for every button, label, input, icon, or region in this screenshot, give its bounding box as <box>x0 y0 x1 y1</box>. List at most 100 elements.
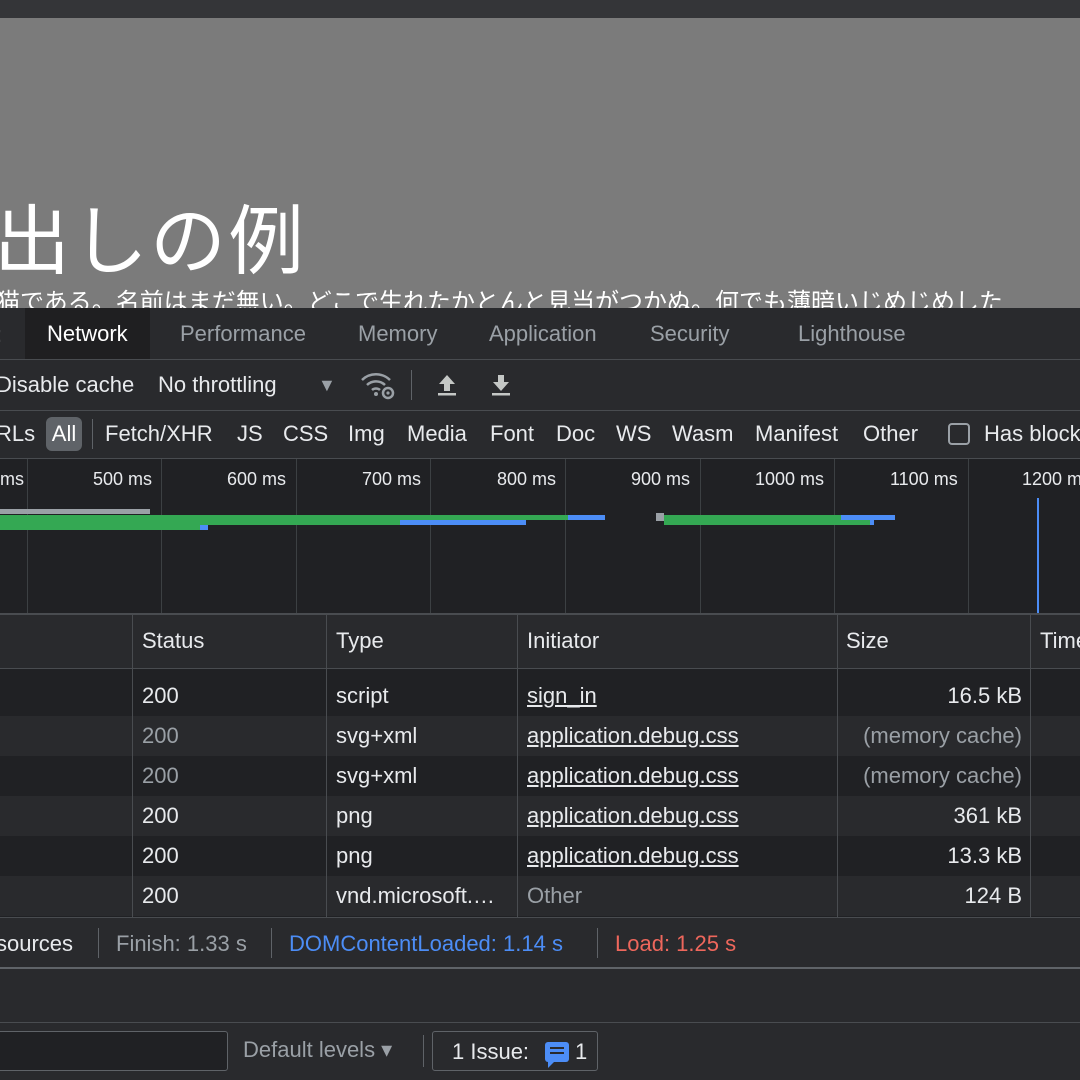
overview-bar <box>200 525 208 530</box>
cell-initiator-link[interactable]: application.debug.css <box>527 723 739 749</box>
tab-security[interactable]: Security <box>650 308 729 359</box>
cell-type: svg+xml <box>336 763 418 788</box>
table-row[interactable]: 200 script sign_in 16.5 kB <box>0 676 1080 716</box>
throttling-select[interactable]: No throttling <box>158 372 277 398</box>
grid-line <box>834 459 835 613</box>
filter-other[interactable]: Other <box>863 421 918 447</box>
tick-label: 700 ms <box>362 469 422 489</box>
issue-message-icon <box>545 1042 569 1068</box>
overview-bar <box>664 520 870 525</box>
browser-top-strip <box>0 0 1080 18</box>
toolbar-divider <box>411 370 412 400</box>
overview-bar <box>870 520 874 525</box>
cell-size: (memory cache) <box>863 723 1022 748</box>
column-header-time[interactable]: Time <box>1040 628 1080 654</box>
cell-type: vnd.microsoft.… <box>336 883 495 908</box>
tick-label: 600 ms <box>227 469 287 489</box>
devtools-tab-bar: : Network Performance Memory Application… <box>0 308 1080 360</box>
requests-table: Status Type Initiator Size Time 200 scri… <box>0 615 1080 917</box>
cell-status: 200 <box>142 843 179 868</box>
cell-initiator-link[interactable]: sign_in <box>527 683 597 709</box>
overview-bar <box>400 520 526 525</box>
table-row[interactable]: 200 vnd.microsoft.… Other 124 B <box>0 876 1080 916</box>
filter-divider <box>92 419 93 449</box>
export-har-icon[interactable] <box>490 373 512 403</box>
cell-type: svg+xml <box>336 723 418 748</box>
grid-line <box>700 459 701 613</box>
table-row[interactable]: 200 svg+xml application.debug.css (memor… <box>0 756 1080 796</box>
network-conditions-icon[interactable] <box>360 371 396 407</box>
console-toolbar: Default levels ▾ 1 Issue: 1 <box>0 1023 1080 1080</box>
cell-initiator-link[interactable]: application.debug.css <box>527 803 739 829</box>
tab-application[interactable]: Application <box>489 308 597 359</box>
log-levels-dropdown[interactable]: Default levels ▾ <box>243 1037 392 1063</box>
load-event-line <box>1037 498 1039 613</box>
page-viewport: 出しの例 猫である。名前はまだ無い。どこで生れたかとんと見当がつかぬ。何でも薄暗… <box>0 18 1080 308</box>
filter-media[interactable]: Media <box>407 421 467 447</box>
summary-resources: sources <box>0 931 74 956</box>
cell-initiator-link[interactable]: application.debug.css <box>527 763 739 789</box>
tab-network[interactable]: Network <box>25 308 150 359</box>
column-header-initiator[interactable]: Initiator <box>527 628 599 654</box>
filter-ws[interactable]: WS <box>616 421 651 447</box>
filter-img[interactable]: Img <box>348 421 385 447</box>
filter-js[interactable]: JS <box>237 421 263 447</box>
issues-label: 1 Issue: <box>452 1039 530 1064</box>
import-har-icon[interactable] <box>436 373 458 403</box>
filter-all[interactable]: All <box>46 417 82 451</box>
tab-performance[interactable]: Performance <box>180 308 306 359</box>
grid-line <box>430 459 431 613</box>
has-blocked-label: Has block <box>984 421 1080 446</box>
cell-initiator-link[interactable]: application.debug.css <box>527 843 739 869</box>
filter-doc[interactable]: Doc <box>556 421 595 447</box>
page-paragraph: 猫である。名前はまだ無い。どこで生れたかとんと見当がつかぬ。何でも薄暗いじめじめ… <box>0 288 1004 308</box>
filter-font[interactable]: Font <box>490 421 534 447</box>
table-row[interactable]: 200 png application.debug.css 13.3 kB <box>0 836 1080 876</box>
grid-line <box>296 459 297 613</box>
tick-label: 900 ms <box>631 469 691 489</box>
tick-label: 1100 ms <box>890 469 958 489</box>
tab-lighthouse[interactable]: Lighthouse <box>798 308 906 359</box>
column-header-type[interactable]: Type <box>336 628 384 654</box>
cell-status: 200 <box>142 803 179 828</box>
tab-fragment[interactable]: : <box>0 322 2 347</box>
tab-memory[interactable]: Memory <box>358 308 437 359</box>
chevron-down-icon[interactable]: ▼ <box>318 375 336 396</box>
issues-count: 1 <box>575 1039 588 1064</box>
filter-fetch-xhr[interactable]: Fetch/XHR <box>105 421 213 447</box>
cell-initiator: Other <box>527 883 583 908</box>
tick-label: 1200 ms <box>1022 469 1080 489</box>
filter-manifest[interactable]: Manifest <box>755 421 838 447</box>
column-divider[interactable] <box>326 615 327 917</box>
has-blocked-checkbox[interactable] <box>948 423 970 445</box>
column-header-size[interactable]: Size <box>846 628 889 654</box>
table-row[interactable]: 200 svg+xml application.debug.css (memor… <box>0 716 1080 756</box>
issues-button[interactable]: 1 Issue: 1 <box>432 1031 598 1071</box>
tick-label: 800 ms <box>497 469 557 489</box>
filter-wasm[interactable]: Wasm <box>672 421 734 447</box>
overview-bar <box>0 509 150 514</box>
console-divider <box>423 1035 424 1067</box>
cell-size: 13.3 kB <box>947 843 1022 868</box>
grid-line <box>27 459 28 613</box>
column-divider[interactable] <box>517 615 518 917</box>
tick-label: 500 ms <box>93 469 153 489</box>
grid-line <box>565 459 566 613</box>
cell-size: 361 kB <box>953 803 1023 828</box>
summary-finish: Finish: 1.33 s <box>116 931 247 956</box>
filter-css[interactable]: CSS <box>283 421 328 447</box>
cell-size: 124 B <box>964 883 1023 908</box>
column-header-status[interactable]: Status <box>142 628 204 654</box>
console-filter-input[interactable] <box>0 1031 228 1071</box>
column-divider[interactable] <box>837 615 838 917</box>
invert-urls-fragment[interactable]: RLs <box>0 421 35 447</box>
overview-bar <box>568 515 605 520</box>
column-divider[interactable] <box>1030 615 1031 917</box>
drawer-header <box>0 969 1080 1023</box>
network-overview[interactable]: ms 500 ms 600 ms 700 ms 800 ms 900 ms 10… <box>0 459 1080 615</box>
disable-cache-toggle[interactable]: Disable cache <box>0 372 134 398</box>
table-row[interactable]: 200 png application.debug.css 361 kB <box>0 796 1080 836</box>
cell-type: png <box>336 843 373 868</box>
column-divider[interactable] <box>132 615 133 917</box>
cell-type: script <box>336 683 389 708</box>
